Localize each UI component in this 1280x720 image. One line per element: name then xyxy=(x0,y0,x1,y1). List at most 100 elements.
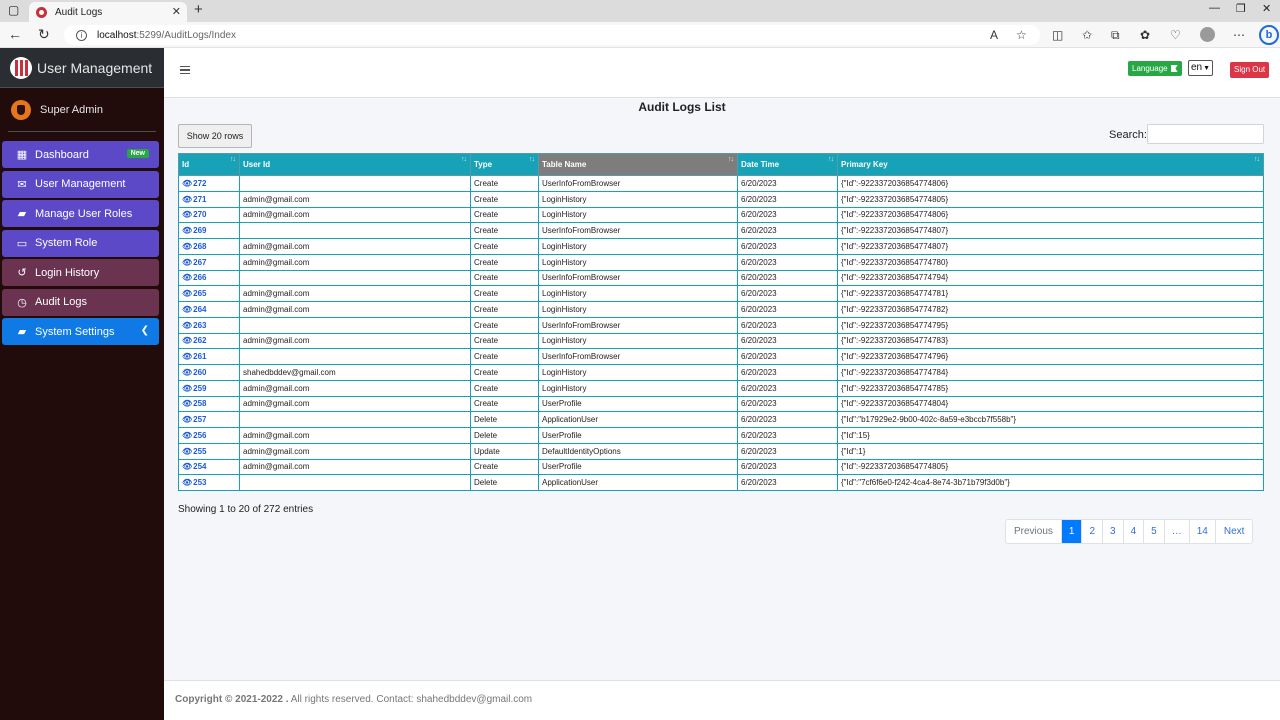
view-eye-icon[interactable]: 👁 xyxy=(182,258,192,267)
view-eye-icon[interactable]: 👁 xyxy=(182,462,192,471)
cell-id[interactable]: 👁260 xyxy=(178,364,240,381)
view-eye-icon[interactable]: 👁 xyxy=(182,242,192,251)
site-info-icon[interactable]: i xyxy=(76,29,87,41)
id-link[interactable]: 261 xyxy=(193,352,206,361)
pagination-previous[interactable]: Previous xyxy=(1006,520,1061,543)
cell-id[interactable]: 👁258 xyxy=(178,395,240,413)
id-link[interactable]: 262 xyxy=(193,336,206,345)
cell-id[interactable]: 👁257 xyxy=(178,411,240,428)
view-eye-icon[interactable]: 👁 xyxy=(182,321,192,330)
id-link[interactable]: 260 xyxy=(193,368,206,377)
cell-id[interactable]: 👁269 xyxy=(178,222,240,239)
cell-id[interactable]: 👁264 xyxy=(178,301,240,318)
pagination-page[interactable]: 3 xyxy=(1102,520,1123,543)
favorites-icon[interactable]: ✩ xyxy=(1082,28,1092,42)
column-header-user-id[interactable]: User Id ↑↓ xyxy=(239,153,471,176)
view-eye-icon[interactable]: 👁 xyxy=(182,179,192,188)
address-bar[interactable]: i localhost:5299/AuditLogs/Index xyxy=(64,25,1040,45)
view-eye-icon[interactable]: 👁 xyxy=(182,415,192,424)
browser-essentials-icon[interactable]: ♡ xyxy=(1170,28,1181,42)
cell-id[interactable]: 👁268 xyxy=(178,238,240,255)
back-icon[interactable]: ← xyxy=(8,26,22,42)
pagination-page[interactable]: 4 xyxy=(1122,520,1144,543)
id-link[interactable]: 266 xyxy=(193,273,206,282)
cell-id[interactable]: 👁256 xyxy=(178,427,240,444)
more-menu-icon[interactable]: ⋯ xyxy=(1233,28,1245,42)
id-link[interactable]: 254 xyxy=(193,462,206,471)
pagination-page[interactable]: 2 xyxy=(1081,520,1102,543)
sidebar-item-dashboard[interactable]: ▦ Dashboard New xyxy=(2,141,159,168)
search-input[interactable] xyxy=(1147,124,1264,144)
id-link[interactable]: 259 xyxy=(193,384,206,393)
copilot-icon[interactable]: b xyxy=(1259,25,1279,45)
cell-id[interactable]: 👁259 xyxy=(178,379,240,397)
view-eye-icon[interactable]: 👁 xyxy=(182,305,192,314)
language-select[interactable]: en▼ xyxy=(1188,60,1213,76)
sign-out-button[interactable]: Sign Out xyxy=(1230,62,1270,78)
id-link[interactable]: 255 xyxy=(193,447,206,456)
cell-id[interactable]: 👁270 xyxy=(178,206,240,224)
id-link[interactable]: 265 xyxy=(193,289,206,298)
new-tab-icon[interactable]: + xyxy=(194,1,203,18)
window-menu-icon[interactable]: ▢ xyxy=(8,3,19,17)
pagination-page[interactable]: 14 xyxy=(1188,520,1215,543)
id-link[interactable]: 256 xyxy=(193,431,206,440)
id-link[interactable]: 267 xyxy=(193,258,206,267)
view-eye-icon[interactable]: 👁 xyxy=(182,210,192,219)
column-header-type[interactable]: Type ↑↓ xyxy=(470,153,539,176)
id-link[interactable]: 272 xyxy=(193,179,206,188)
favorite-star-icon[interactable]: ☆ xyxy=(1016,28,1027,42)
id-link[interactable]: 263 xyxy=(193,321,206,330)
split-screen-icon[interactable]: ◫ xyxy=(1052,28,1063,42)
sidebar-item-system-settings[interactable]: ▰ System Settings ❮ xyxy=(2,318,159,345)
view-eye-icon[interactable]: 👁 xyxy=(182,368,192,377)
view-eye-icon[interactable]: 👁 xyxy=(182,384,192,393)
view-eye-icon[interactable]: 👁 xyxy=(182,478,192,487)
view-eye-icon[interactable]: 👁 xyxy=(182,336,192,345)
close-window-icon[interactable]: ✕ xyxy=(1262,2,1271,15)
browser-tab[interactable]: Audit Logs ✕ xyxy=(29,2,187,22)
read-aloud-icon[interactable]: A xyxy=(990,28,998,42)
minimize-icon[interactable]: — xyxy=(1209,2,1220,14)
id-link[interactable]: 258 xyxy=(193,399,206,408)
cell-id[interactable]: 👁265 xyxy=(178,285,240,302)
sidebar-item-manage-user-roles[interactable]: ▰ Manage User Roles xyxy=(2,200,159,227)
pagination-page[interactable]: 5 xyxy=(1143,520,1164,543)
close-tab-icon[interactable]: ✕ xyxy=(172,5,181,18)
cell-id[interactable]: 👁267 xyxy=(178,253,240,271)
collections-icon[interactable]: ⧉ xyxy=(1111,28,1120,43)
view-eye-icon[interactable]: 👁 xyxy=(182,447,192,456)
brand-link[interactable]: User Management xyxy=(0,48,164,88)
profile-avatar[interactable] xyxy=(1200,27,1215,42)
sidebar-item-system-role[interactable]: ▭ System Role xyxy=(2,229,159,257)
id-link[interactable]: 257 xyxy=(193,415,206,424)
sidebar-item-login-history[interactable]: ↺ Login History xyxy=(2,259,159,286)
cell-id[interactable]: 👁261 xyxy=(178,348,240,365)
view-eye-icon[interactable]: 👁 xyxy=(182,195,192,204)
cell-id[interactable]: 👁253 xyxy=(178,474,240,491)
column-header-date-time[interactable]: Date Time ↑↓ xyxy=(737,153,838,176)
refresh-icon[interactable]: ↻ xyxy=(38,26,50,43)
view-eye-icon[interactable]: 👁 xyxy=(182,352,192,361)
cell-id[interactable]: 👁272 xyxy=(178,175,240,192)
cell-id[interactable]: 👁255 xyxy=(178,442,240,460)
column-header-id[interactable]: Id ↑↓ xyxy=(178,153,240,176)
view-eye-icon[interactable]: 👁 xyxy=(182,289,192,298)
view-eye-icon[interactable]: 👁 xyxy=(182,431,192,440)
id-link[interactable]: 268 xyxy=(193,242,206,251)
extensions-icon[interactable]: ✿ xyxy=(1140,28,1150,42)
id-link[interactable]: 264 xyxy=(193,305,206,314)
menu-toggle-icon[interactable] xyxy=(180,66,190,74)
cell-id[interactable]: 👁262 xyxy=(178,332,240,350)
column-header-primary-key[interactable]: Primary Key ↑↓ xyxy=(837,153,1264,176)
show-rows-button[interactable]: Show 20 rows xyxy=(178,124,252,148)
id-link[interactable]: 253 xyxy=(193,478,206,487)
view-eye-icon[interactable]: 👁 xyxy=(182,273,192,282)
maximize-icon[interactable]: ❐ xyxy=(1236,2,1246,15)
column-header-table-name[interactable]: Table Name ↑↓ xyxy=(538,153,738,176)
language-button[interactable]: Language xyxy=(1128,61,1182,76)
cell-id[interactable]: 👁263 xyxy=(178,316,240,334)
sidebar-item-user-management[interactable]: ✉ User Management xyxy=(2,170,159,198)
id-link[interactable]: 271 xyxy=(193,195,206,204)
cell-id[interactable]: 👁271 xyxy=(178,190,240,208)
